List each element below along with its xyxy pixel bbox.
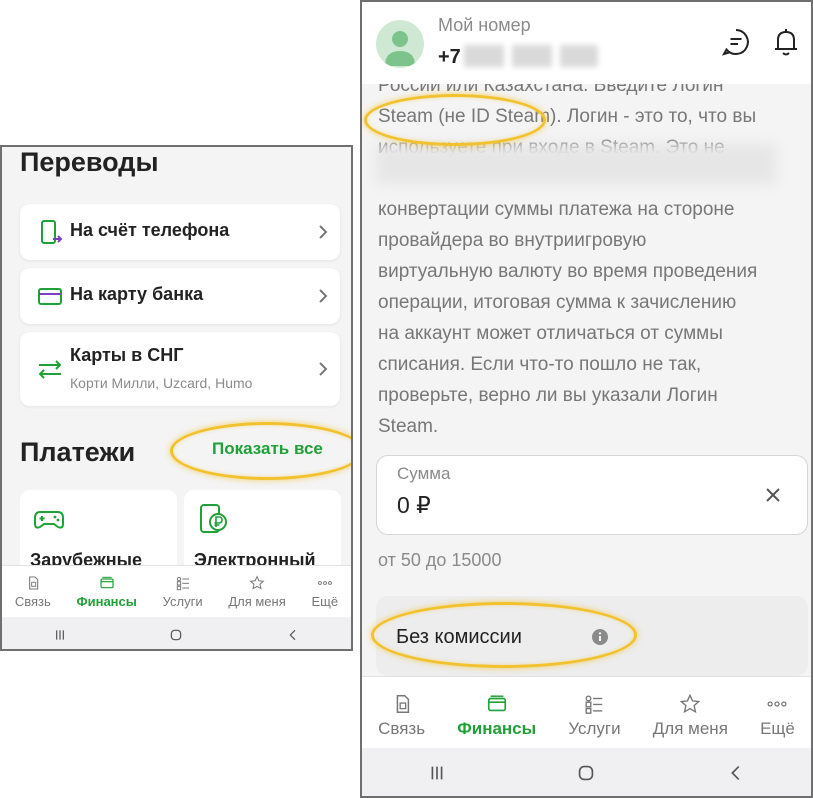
header-phone: +7 xyxy=(438,46,461,68)
redacted-phone xyxy=(560,45,598,67)
tab-label: Услуги xyxy=(568,719,621,738)
transfer-cis-label: Карты в СНГ xyxy=(70,345,184,365)
description-line: Steam (не ID Steam). Логин - это то, что… xyxy=(378,106,757,127)
star-icon xyxy=(680,693,701,714)
redacted-phone xyxy=(512,45,552,67)
star-icon xyxy=(249,575,265,590)
tab-label: Связь xyxy=(14,594,51,609)
tab-dlya-menya[interactable]: Для меня xyxy=(653,677,728,749)
exchange-arrows-icon xyxy=(38,360,62,379)
tab-label: Для меня xyxy=(652,719,728,738)
tab-label: Финансы xyxy=(76,594,137,609)
transfer-cis-sub: Корти Милли, Uzcard, Humo xyxy=(70,375,253,391)
transfer-cis-cards[interactable]: Карты в СНГ Корти Милли, Uzcard, Humo xyxy=(20,332,340,406)
bottom-tab-bar: Связь Финансы Услуги Для меня Ещё xyxy=(362,676,811,749)
more-icon xyxy=(767,701,788,707)
recent-apps-icon[interactable] xyxy=(52,627,68,643)
back-icon[interactable] xyxy=(285,627,301,643)
description-line: провайдера во внутриигровую xyxy=(378,230,647,251)
amount-range-hint: от 50 до 15000 xyxy=(378,550,502,570)
description-line: списания. Если что-то пошло не так, xyxy=(378,354,702,375)
payments-title: Платежи xyxy=(20,437,136,467)
tab-svyaz[interactable]: Связь xyxy=(378,677,425,749)
description-line: виртуальную валюту во время проведения xyxy=(378,261,758,282)
tab-finansy[interactable]: Финансы xyxy=(77,566,137,618)
tab-eshche[interactable]: Ещё xyxy=(311,566,339,618)
commission-info: Без комиссии xyxy=(376,596,808,676)
description-line: Steam. xyxy=(378,416,439,437)
transfer-to-card[interactable]: На карту банка xyxy=(20,268,340,324)
commission-label: Без комиссии xyxy=(396,626,522,648)
tab-eshche[interactable]: Ещё xyxy=(760,677,795,749)
left-screenshot: Переводы На счёт телефона На карту банка… xyxy=(0,145,353,651)
back-icon[interactable] xyxy=(725,762,747,784)
description-line: конвертации суммы платежа на стороне xyxy=(378,199,735,220)
right-screenshot: России или Казахстана. Введите Логин Ste… xyxy=(360,0,813,798)
app-header: Мой номер +7 xyxy=(362,2,811,84)
android-nav-bar xyxy=(362,748,811,796)
amount-field-label: Сумма xyxy=(397,464,451,483)
wallet-icon xyxy=(100,576,114,589)
sim-icon xyxy=(28,576,39,590)
amount-field[interactable]: Сумма 0 ₽ xyxy=(376,455,808,535)
redacted-text xyxy=(376,144,776,184)
chevron-right-icon xyxy=(319,225,328,239)
transfer-to-card-label: На карту банка xyxy=(70,284,204,304)
android-nav-bar xyxy=(2,617,351,649)
tab-label: Ещё xyxy=(311,594,339,609)
bell-icon[interactable] xyxy=(770,26,802,58)
chevron-right-icon xyxy=(319,362,328,376)
home-icon[interactable] xyxy=(575,762,597,784)
more-icon xyxy=(317,581,332,585)
tab-label: Связь xyxy=(378,719,426,738)
bank-card-icon xyxy=(38,288,62,305)
amount-field-value[interactable]: 0 ₽ xyxy=(397,492,431,519)
description-text: России или Казахстана. Введите Логин Ste… xyxy=(378,70,808,442)
chat-icon[interactable] xyxy=(720,26,752,58)
transfer-to-phone[interactable]: На счёт телефона xyxy=(20,204,340,260)
description-line: операции, итоговая сумма к зачислению xyxy=(378,292,737,313)
services-icon xyxy=(176,576,189,591)
info-icon[interactable] xyxy=(592,629,608,645)
services-icon xyxy=(586,695,603,714)
redacted-phone xyxy=(464,45,504,67)
tab-uslugi[interactable]: Услуги xyxy=(163,566,203,618)
tab-uslugi[interactable]: Услуги xyxy=(568,677,621,749)
transfer-to-phone-label: На счёт телефона xyxy=(70,220,230,240)
tab-finansy[interactable]: Финансы xyxy=(457,677,536,749)
description-line: на аккаунт может отличаться от суммы xyxy=(378,323,723,344)
description-line: проверьте, верно ли вы указали Логин xyxy=(378,385,718,406)
tab-label: Для меня xyxy=(228,594,286,609)
e-wallet-ruble-icon xyxy=(200,504,227,533)
recent-apps-icon[interactable] xyxy=(426,762,448,784)
close-icon[interactable] xyxy=(765,487,781,503)
home-icon[interactable] xyxy=(168,627,184,643)
chevron-right-icon xyxy=(319,289,328,303)
show-all-link[interactable]: Показать все xyxy=(212,439,323,459)
avatar[interactable] xyxy=(376,20,424,68)
tab-label: Услуги xyxy=(162,594,203,609)
tab-label: Ещё xyxy=(760,719,795,738)
sim-icon xyxy=(396,695,409,713)
header-title: Мой номер xyxy=(438,15,531,35)
tab-svyaz[interactable]: Связь xyxy=(15,566,51,618)
gamepad-icon xyxy=(34,511,64,529)
phone-icon xyxy=(41,220,63,244)
transfers-title: Переводы xyxy=(20,147,159,177)
user-avatar-icon xyxy=(385,31,415,66)
bottom-tab-bar: Связь Финансы Услуги Для меня Ещё xyxy=(2,565,351,618)
tab-dlya-menya[interactable]: Для меня xyxy=(228,566,286,618)
wallet-icon xyxy=(487,695,506,712)
tab-label: Финансы xyxy=(457,719,537,738)
